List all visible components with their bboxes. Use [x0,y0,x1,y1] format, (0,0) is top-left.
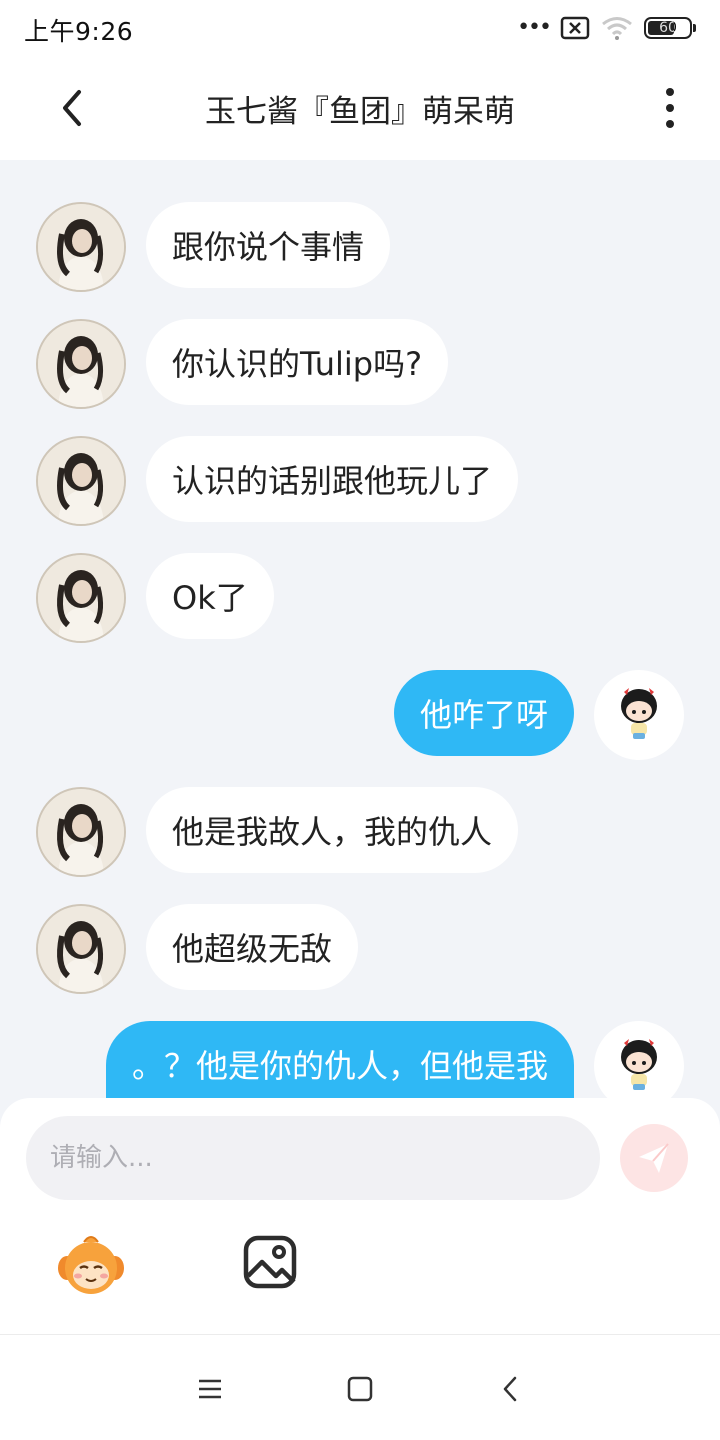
contact-avatar-image [38,906,124,992]
incoming-message-bubble[interactable]: 跟你说个事情 [146,202,391,288]
image-icon [243,1235,297,1289]
contact-avatar[interactable] [36,202,126,292]
contact-avatar-image [38,321,124,407]
nav-back-icon [503,1376,517,1402]
incoming-message-bubble[interactable]: Ok了 [146,553,274,639]
user-avatar[interactable] [594,1021,684,1098]
contact-avatar[interactable] [36,553,126,643]
sim-off-icon [560,16,590,40]
emoji-face-icon [58,1236,124,1294]
message-row: Ok了 [0,553,720,643]
contact-avatar-image [38,555,124,641]
message-row: 他咋了呀 [0,670,720,760]
emoji-button[interactable] [54,1228,128,1302]
incoming-message-bubble[interactable]: 他超级无敌 [146,904,359,990]
message-input[interactable] [26,1116,600,1200]
status-time: 上午9:26 [24,17,134,46]
message-list[interactable]: 跟你说个事情 你认识的Tulip吗? 认识的话别跟他玩儿了 Ok了 他咋了呀 他… [0,160,720,1098]
message-row: 认识的话别跟他玩儿了 [0,436,720,526]
chevron-left-icon [63,90,81,126]
chat-header: 玉七酱『鱼团』萌呆萌 [0,56,720,160]
notification-dots-icon: ••• [517,15,552,40]
contact-avatar[interactable] [36,436,126,526]
system-nav-bar [0,1334,720,1440]
menu-icon [199,1379,221,1399]
status-bar: 上午9:26 ••• 60 [0,0,720,56]
more-vertical-icon [666,88,674,96]
outgoing-message-bubble[interactable]: 。？他是你的仇人，但他是我 [105,1021,574,1098]
incoming-message-bubble[interactable]: 认识的话别跟他玩儿了 [146,436,519,522]
paper-plane-icon [639,1143,669,1173]
contact-avatar-image [38,789,124,875]
back-button[interactable] [44,80,100,136]
battery-level: 60 [659,20,677,36]
contact-avatar[interactable] [36,904,126,994]
wifi-icon [602,17,632,40]
contact-avatar[interactable] [36,787,126,877]
image-button[interactable] [240,1232,300,1292]
chat-title: 玉七酱『鱼团』萌呆萌 [205,94,515,130]
message-row: 他超级无敌 [0,904,720,994]
message-row: 你认识的Tulip吗? [0,319,720,409]
cartoon-girl-avatar-image [595,1022,683,1098]
outgoing-message-bubble[interactable]: 他咋了呀 [393,670,574,756]
battery-icon: 60 [644,17,696,39]
contact-avatar-image [38,438,124,524]
contact-avatar[interactable] [36,319,126,409]
composer-panel [0,1098,720,1334]
nav-home-button[interactable] [336,1365,384,1413]
nav-back-button[interactable] [486,1365,534,1413]
nav-menu-button[interactable] [186,1365,234,1413]
send-button[interactable] [620,1124,688,1192]
status-icons: ••• 60 [517,14,696,42]
contact-avatar-image [38,204,124,290]
more-options-button[interactable] [650,80,690,136]
incoming-message-bubble[interactable]: 你认识的Tulip吗? [146,319,449,405]
home-square-icon [347,1376,373,1402]
cartoon-girl-avatar-image [595,671,683,759]
message-row: 。？他是你的仇人，但他是我 [0,1021,720,1098]
incoming-message-bubble[interactable]: 他是我故人，我的仇人 [146,787,519,873]
user-avatar[interactable] [594,670,684,760]
message-row: 他是我故人，我的仇人 [0,787,720,877]
message-row: 跟你说个事情 [0,202,720,292]
